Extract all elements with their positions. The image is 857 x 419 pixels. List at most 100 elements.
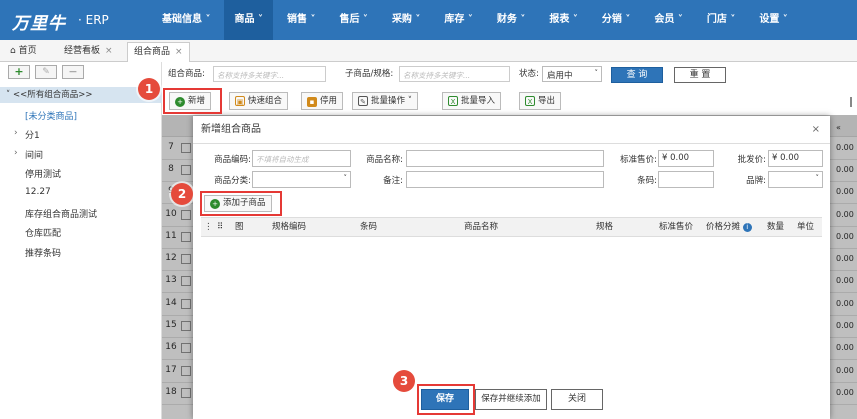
wholesale-label: 批发价: bbox=[737, 155, 766, 165]
nav-stores[interactable]: 门店 ˅ bbox=[697, 0, 745, 40]
tree-item[interactable]: 仓库匹配 bbox=[25, 226, 61, 239]
brand-select[interactable]: ˅ bbox=[768, 171, 823, 188]
nav-reports[interactable]: 报表 ˅ bbox=[539, 0, 587, 40]
tree-item[interactable]: › 分1 bbox=[14, 128, 40, 141]
nav-members[interactable]: 会员 ˅ bbox=[644, 0, 692, 40]
query-button[interactable]: 查 询 bbox=[611, 67, 663, 83]
tab-dashboard[interactable]: 经营看板 × bbox=[58, 42, 119, 62]
col-unit: 单位 bbox=[797, 222, 815, 232]
disable-button[interactable]: ▪ 停用 bbox=[301, 92, 344, 110]
batch-import-button[interactable]: X 批量导入 bbox=[442, 92, 502, 110]
tab-home[interactable]: ⌂ 首页 bbox=[4, 42, 43, 62]
sub-filter-label: 子商品/规格: bbox=[345, 69, 394, 79]
chevron-right-icon[interactable]: › bbox=[14, 148, 18, 158]
nav-finance[interactable]: 财务 ˅ bbox=[487, 0, 535, 40]
nav-goods[interactable]: 商品 ˅ bbox=[224, 0, 273, 40]
import-label: 批量导入 bbox=[461, 96, 496, 106]
tree-item[interactable]: 库存组合商品测试 bbox=[25, 207, 97, 220]
app-logo[interactable]: 万里牛 bbox=[12, 9, 66, 34]
home-icon: ⌂ bbox=[10, 46, 16, 56]
remark-input[interactable] bbox=[406, 171, 604, 188]
col-price-allocation-label: 价格分摊 bbox=[706, 222, 741, 232]
excel-icon: X bbox=[525, 96, 535, 106]
new-combo-goods-dialog: 新增组合商品 × 商品编码: 不填将自动生成 商品名称: 标准售价: ¥ 0.0… bbox=[193, 116, 830, 419]
tree-root-label: <<所有组合商品>> bbox=[12, 90, 93, 100]
quick-combo-button[interactable]: ▣ 快速组合 bbox=[229, 92, 289, 110]
drag-handle-icon: ⠿ bbox=[217, 222, 224, 232]
lock-icon: ▪ bbox=[307, 97, 317, 107]
tree-item[interactable]: 12.27 bbox=[25, 187, 51, 197]
remove-category-button[interactable]: − bbox=[62, 65, 84, 79]
tab-combo-label: 组合商品 bbox=[134, 47, 171, 57]
nav-distribution[interactable]: 分销 ˅ bbox=[592, 0, 640, 40]
tab-home-label: 首页 bbox=[18, 46, 37, 56]
col-image: 图 bbox=[235, 222, 244, 232]
tree-item[interactable]: 推荐条码 bbox=[25, 246, 61, 259]
code-input[interactable]: 不填将自动生成 bbox=[252, 150, 351, 167]
chevron-down-icon: ˅ bbox=[815, 174, 820, 182]
nav-settings[interactable]: 设置 ˅ bbox=[749, 0, 797, 40]
col-spec-code: 规格编码 bbox=[272, 222, 307, 232]
excel-icon: X bbox=[448, 96, 458, 106]
highlight-save-button bbox=[417, 384, 475, 415]
name-label: 商品名称: bbox=[366, 155, 403, 165]
status-filter-label: 状态: bbox=[519, 69, 539, 79]
close-icon[interactable]: × bbox=[175, 47, 183, 57]
step-callout-1: 1 bbox=[138, 78, 160, 100]
close-icon[interactable]: × bbox=[812, 116, 820, 144]
tab-combo-goods[interactable]: 组合商品 × bbox=[127, 42, 190, 62]
col-price-allocation: 价格分摊 i bbox=[706, 218, 752, 237]
tree-item[interactable]: 停用测试 bbox=[25, 167, 61, 180]
category-select[interactable]: ˅ bbox=[252, 171, 351, 188]
add-category-button[interactable]: + bbox=[8, 65, 30, 79]
edit-category-button[interactable]: ✎ bbox=[35, 65, 57, 79]
tree-item[interactable]: › 间间 bbox=[14, 148, 44, 161]
reset-button[interactable]: 重 置 bbox=[674, 67, 726, 83]
close-icon[interactable]: × bbox=[105, 46, 113, 56]
combo-filter-input[interactable]: 名称支持多关键字... bbox=[213, 66, 326, 82]
tree-item-uncategorized[interactable]: [未分类商品] bbox=[25, 109, 77, 122]
barcode-label: 条码: bbox=[637, 176, 657, 186]
save-and-continue-button[interactable]: 保存并继续添加 bbox=[475, 389, 547, 410]
col-spec: 规格 bbox=[596, 222, 614, 232]
col-quantity: 数量 bbox=[767, 222, 785, 232]
chevron-down-icon: ˅ bbox=[407, 96, 412, 106]
category-label: 商品分类: bbox=[214, 176, 251, 186]
nav-inventory[interactable]: 库存 ˅ bbox=[434, 0, 482, 40]
column-menu-icon[interactable]: ⋮ bbox=[204, 218, 213, 237]
tree-item-label: 分1 bbox=[25, 131, 40, 141]
chevron-down-icon[interactable]: ˅ bbox=[6, 90, 10, 100]
combo-filter-label: 组合商品: bbox=[168, 69, 205, 79]
name-input[interactable] bbox=[406, 150, 604, 167]
wholesale-input[interactable]: ¥ 0.00 bbox=[768, 150, 823, 167]
nav-basic-info[interactable]: 基础信息 ˅ bbox=[152, 0, 220, 40]
step-callout-3: 3 bbox=[393, 370, 415, 392]
nav-purchase[interactable]: 采购 ˅ bbox=[382, 0, 430, 40]
status-select-value: 启用中 bbox=[547, 71, 573, 81]
highlight-new-button bbox=[163, 88, 222, 114]
close-button[interactable]: 关闭 bbox=[551, 389, 603, 410]
remark-label: 备注: bbox=[383, 176, 403, 186]
app-logo-suffix: · ERP bbox=[78, 13, 109, 27]
chevron-right-icon[interactable]: › bbox=[14, 128, 18, 138]
info-icon[interactable]: i bbox=[742, 223, 752, 232]
combine-icon: ▣ bbox=[235, 96, 245, 106]
chevron-down-icon: ˅ bbox=[594, 69, 599, 77]
price-input[interactable]: ¥ 0.00 bbox=[658, 150, 714, 167]
export-button[interactable]: X 导出 bbox=[519, 92, 562, 110]
price-label: 标准售价: bbox=[620, 155, 657, 165]
nav-sales[interactable]: 销售 ˅ bbox=[277, 0, 325, 40]
sub-filter-input[interactable]: 名称支持多关键字... bbox=[399, 66, 510, 82]
chevron-down-icon: ˅ bbox=[343, 174, 348, 182]
nav-after-sales[interactable]: 售后 ˅ bbox=[329, 0, 377, 40]
edit-icon: ✎ bbox=[358, 96, 368, 106]
code-label: 商品编码: bbox=[214, 155, 251, 165]
tree-item-label: 间间 bbox=[25, 151, 44, 161]
top-nav-bar: 万里牛 · ERP 基础信息 ˅ 商品 ˅ 销售 ˅ 售后 ˅ 采购 ˅ 库存 … bbox=[0, 0, 857, 40]
page-tab-bar: ⌂ 首页 经营看板 × 组合商品 × bbox=[0, 40, 857, 62]
dialog-title: 新增组合商品 bbox=[193, 116, 830, 144]
batch-operation-dropdown[interactable]: ✎ 批量操作 ˅ bbox=[352, 92, 418, 110]
barcode-input[interactable] bbox=[658, 171, 714, 188]
collapse-panel-handle[interactable] bbox=[850, 97, 854, 107]
status-select[interactable]: 启用中 ˅ bbox=[542, 66, 602, 82]
